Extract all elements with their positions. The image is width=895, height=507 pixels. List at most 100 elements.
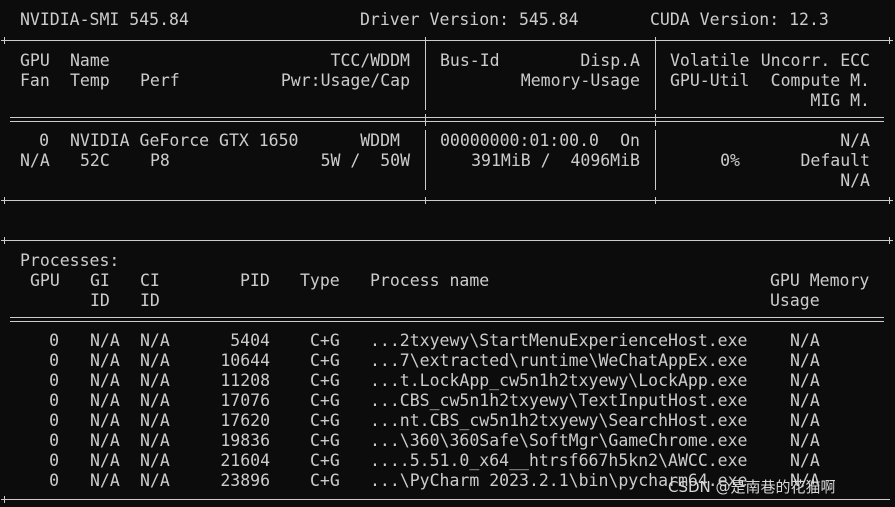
proc-ci-id: N/A (140, 471, 170, 490)
gpu-perf: P8 (150, 151, 170, 170)
gpu-bus-id: 00000000:01:00.0 (440, 131, 599, 150)
col-disp-a: Disp.A (580, 51, 640, 70)
proc-gpu-memory: N/A (790, 371, 820, 390)
junction-marker (422, 37, 429, 44)
proc-gi-id: N/A (90, 331, 120, 350)
header-double-rule (10, 117, 884, 122)
proc-ci-id: N/A (140, 431, 170, 450)
proc-type: C+G (310, 371, 340, 390)
col-bus-id: Bus-Id (440, 51, 500, 70)
proc-col-ci: CI (140, 271, 160, 290)
proc-pid: 19836 (220, 431, 270, 450)
proc-gpu-memory: N/A (790, 351, 820, 370)
processes-header-row-1: GPU GI CI PID Type Process name GPU Memo… (0, 271, 895, 291)
table-top-border (4, 40, 890, 41)
proc-ci-id: N/A (140, 331, 170, 350)
proc-name: ...2txyewy\StartMenuExperienceHost.exe (370, 331, 748, 350)
proc-ci-id: N/A (140, 451, 170, 470)
proc-gpu-memory: N/A (790, 431, 820, 450)
process-row: 0 N/A N/A 11208 C+G ...t.LockApp_cw5n1h2txyew… (0, 371, 895, 391)
processes-double-rule (10, 317, 884, 322)
proc-pid: 10644 (220, 351, 270, 370)
proc-pid: 21604 (220, 451, 270, 470)
proc-gpu: 0 (49, 451, 59, 470)
proc-gpu: 0 (49, 391, 59, 410)
gpu-row-line-3: N/A (0, 171, 895, 191)
process-row: 0 N/A N/A 17076 C+G ...CBS_cw5n1h2txyewy\Text… (0, 391, 895, 411)
col-fan: Fan (20, 71, 50, 90)
proc-type: C+G (310, 331, 340, 350)
corner-marker (886, 37, 893, 44)
corner-marker (1, 237, 8, 244)
proc-col-gi: GI (90, 271, 110, 290)
proc-type: C+G (310, 431, 340, 450)
corner-marker (886, 197, 893, 204)
proc-gpu-memory: N/A (790, 411, 820, 430)
gpu-row-line-1: 0 NVIDIA GeForce GTX 1650 WDDM 00000000:… (0, 131, 895, 151)
proc-ci-id: N/A (140, 391, 170, 410)
corner-marker (1, 37, 8, 44)
junction-marker (652, 37, 659, 44)
processes-header-row-2: ID ID Usage (0, 291, 895, 311)
proc-gpu-memory: N/A (790, 451, 820, 470)
proc-gi-id: N/A (90, 411, 120, 430)
gpu-util: 0% (720, 151, 740, 170)
junction-marker (422, 197, 429, 204)
col-volatile: Volatile (670, 51, 750, 70)
col-compute-m: Compute M. (770, 71, 870, 90)
gpu-temp: 52C (80, 151, 110, 170)
proc-name: ...7\extracted\runtime\WeChatAppEx.exe (370, 351, 748, 370)
proc-ci-id: N/A (140, 351, 170, 370)
col-gpu-util: GPU-Util (670, 71, 750, 90)
proc-col-name: Process name (370, 271, 490, 290)
process-row: 0 N/A N/A 5404 C+G ...2txyewy\StartMenuExperi… (0, 331, 895, 351)
col-perf: Perf (140, 71, 180, 90)
col-tcc-wddm: TCC/WDDM (330, 51, 410, 70)
proc-gpu: 0 (49, 351, 59, 370)
column-separator (655, 114, 656, 126)
col-temp: Temp (70, 71, 110, 90)
processes-title: Processes: (20, 251, 120, 270)
smi-header-row: NVIDIA-SMI 545.84 Driver Version: 545.84… (0, 10, 895, 30)
proc-col-gpu-memory: GPU Memory (770, 271, 870, 290)
gpu-table-header-row-3: MIG M. (0, 91, 895, 111)
processes-top-border (4, 240, 890, 241)
gpu-table-bottom-border (4, 200, 890, 201)
driver-version: Driver Version: 545.84 (360, 10, 579, 29)
process-row: 0 N/A N/A 10644 C+G ...7\extracted\runtime\We… (0, 351, 895, 371)
csdn-watermark: CSDN @是南巷的花猫啊 (668, 478, 836, 496)
proc-gpu: 0 (49, 411, 59, 430)
proc-gi-id: N/A (90, 451, 120, 470)
col-uncorr-ecc: Uncorr. ECC (760, 51, 870, 70)
gpu-index: 0 (39, 131, 49, 150)
gpu-row-line-2: N/A 52C P8 5W / 50W 391MiB / 4096MiB 0% … (0, 151, 895, 171)
proc-gpu: 0 (49, 371, 59, 390)
gpu-table-header-row-2: Fan Temp Perf Pwr:Usage/Cap Memory-Usage… (0, 71, 895, 91)
proc-type: C+G (310, 351, 340, 370)
corner-marker (1, 197, 8, 204)
proc-col-ci-id: ID (140, 291, 160, 310)
proc-col-gpu: GPU (30, 271, 60, 290)
proc-gpu-memory: N/A (790, 331, 820, 350)
proc-name: ...nt.CBS_cw5n1h2txyewy\SearchHost.exe (370, 411, 748, 430)
cuda-version: CUDA Version: 12.3 (650, 10, 829, 29)
proc-gpu: 0 (49, 331, 59, 350)
proc-type: C+G (310, 471, 340, 490)
proc-pid: 17076 (220, 391, 270, 410)
proc-gi-id: N/A (90, 391, 120, 410)
proc-gpu: 0 (49, 431, 59, 450)
terminal-window[interactable]: NVIDIA-SMI 545.84 Driver Version: 545.84… (0, 0, 895, 507)
proc-gi-id: N/A (90, 351, 120, 370)
proc-gpu-memory: N/A (790, 391, 820, 410)
proc-ci-id: N/A (140, 371, 170, 390)
col-pwr: Pwr:Usage/Cap (280, 71, 410, 90)
process-row: 0 N/A N/A 17620 C+G ...nt.CBS_cw5n1h2txyewy\S… (0, 411, 895, 431)
gpu-memory-usage: 391MiB / 4096MiB (471, 151, 640, 170)
proc-pid: 17620 (220, 411, 270, 430)
gpu-driver-mode: WDDM (360, 131, 400, 150)
smi-version: NVIDIA-SMI 545.84 (20, 10, 189, 29)
processes-title-row: Processes: (0, 251, 895, 271)
corner-marker (1, 496, 8, 503)
proc-col-type: Type (300, 271, 340, 290)
col-mig-m: MIG M. (810, 91, 870, 110)
